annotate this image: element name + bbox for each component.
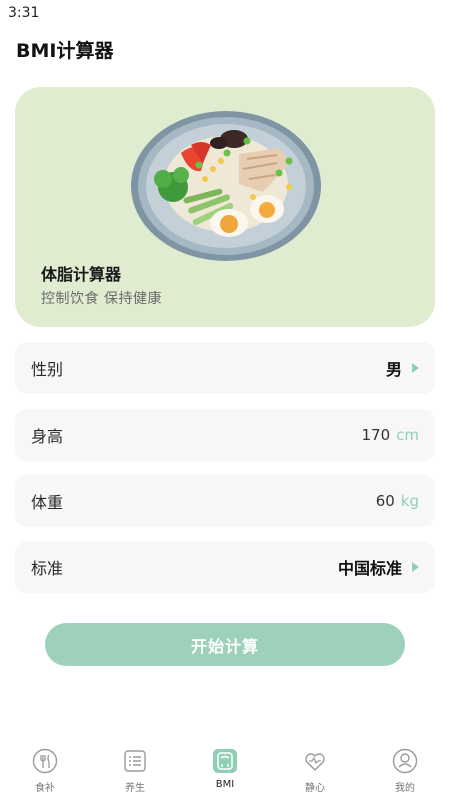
- heart-icon: [305, 753, 325, 771]
- tab-bmi[interactable]: BMI: [180, 740, 270, 800]
- tab-profile[interactable]: 我的: [360, 740, 450, 800]
- tab-bmi-label: BMI: [215, 779, 235, 790]
- gender-value-group[interactable]: 男: [386, 356, 419, 380]
- height-label: 身高: [31, 427, 64, 446]
- weight-unit: kg: [400, 492, 419, 510]
- standard-row[interactable]: 标准 中国标准: [15, 541, 435, 593]
- profile-icon: [392, 748, 418, 774]
- height-row[interactable]: 身高 170 cm: [15, 409, 435, 461]
- list-icon: [124, 750, 146, 772]
- standard-label: 标准: [31, 559, 64, 578]
- tab-wellness[interactable]: 养生: [90, 740, 180, 800]
- scale-icon: [213, 749, 237, 773]
- height-value[interactable]: 170: [362, 426, 391, 444]
- salad-bowl-image: [131, 111, 321, 261]
- weight-label: 体重: [31, 493, 64, 512]
- weight-value[interactable]: 60: [376, 492, 395, 510]
- hero-title: 体脂计算器: [41, 265, 122, 284]
- status-bar: 3:31: [0, 0, 450, 26]
- weight-value-group[interactable]: 60 kg: [376, 492, 419, 510]
- chevron-right-icon: [412, 363, 419, 373]
- tab-profile-label: 我的: [395, 783, 415, 794]
- tab-food[interactable]: 食补: [0, 740, 90, 800]
- food-icon: [32, 748, 58, 774]
- hero-subtitle: 控制饮食 保持健康: [41, 291, 162, 307]
- page-title: BMI计算器: [16, 40, 114, 62]
- height-value-group[interactable]: 170 cm: [362, 426, 420, 444]
- start-calculation-button[interactable]: 开始计算: [45, 623, 405, 666]
- gender-row[interactable]: 性别 男: [15, 342, 435, 394]
- weight-row[interactable]: 体重 60 kg: [15, 475, 435, 527]
- tab-calm-label: 静心: [305, 783, 325, 794]
- bottom-tab-bar: 食补 养生 BMI 静心 我的: [0, 740, 450, 800]
- gender-value: 男: [385, 360, 402, 379]
- standard-value-group[interactable]: 中国标准: [338, 555, 419, 579]
- tab-calm[interactable]: 静心: [270, 740, 360, 800]
- tab-wellness-label: 养生: [125, 783, 145, 794]
- standard-value: 中国标准: [337, 559, 402, 578]
- gender-label: 性别: [31, 360, 64, 379]
- status-time: 3:31: [8, 5, 40, 21]
- chevron-right-icon: [412, 562, 419, 572]
- height-unit: cm: [396, 426, 419, 444]
- hero-banner: 体脂计算器 控制饮食 保持健康: [15, 87, 435, 327]
- tab-food-label: 食补: [35, 783, 55, 794]
